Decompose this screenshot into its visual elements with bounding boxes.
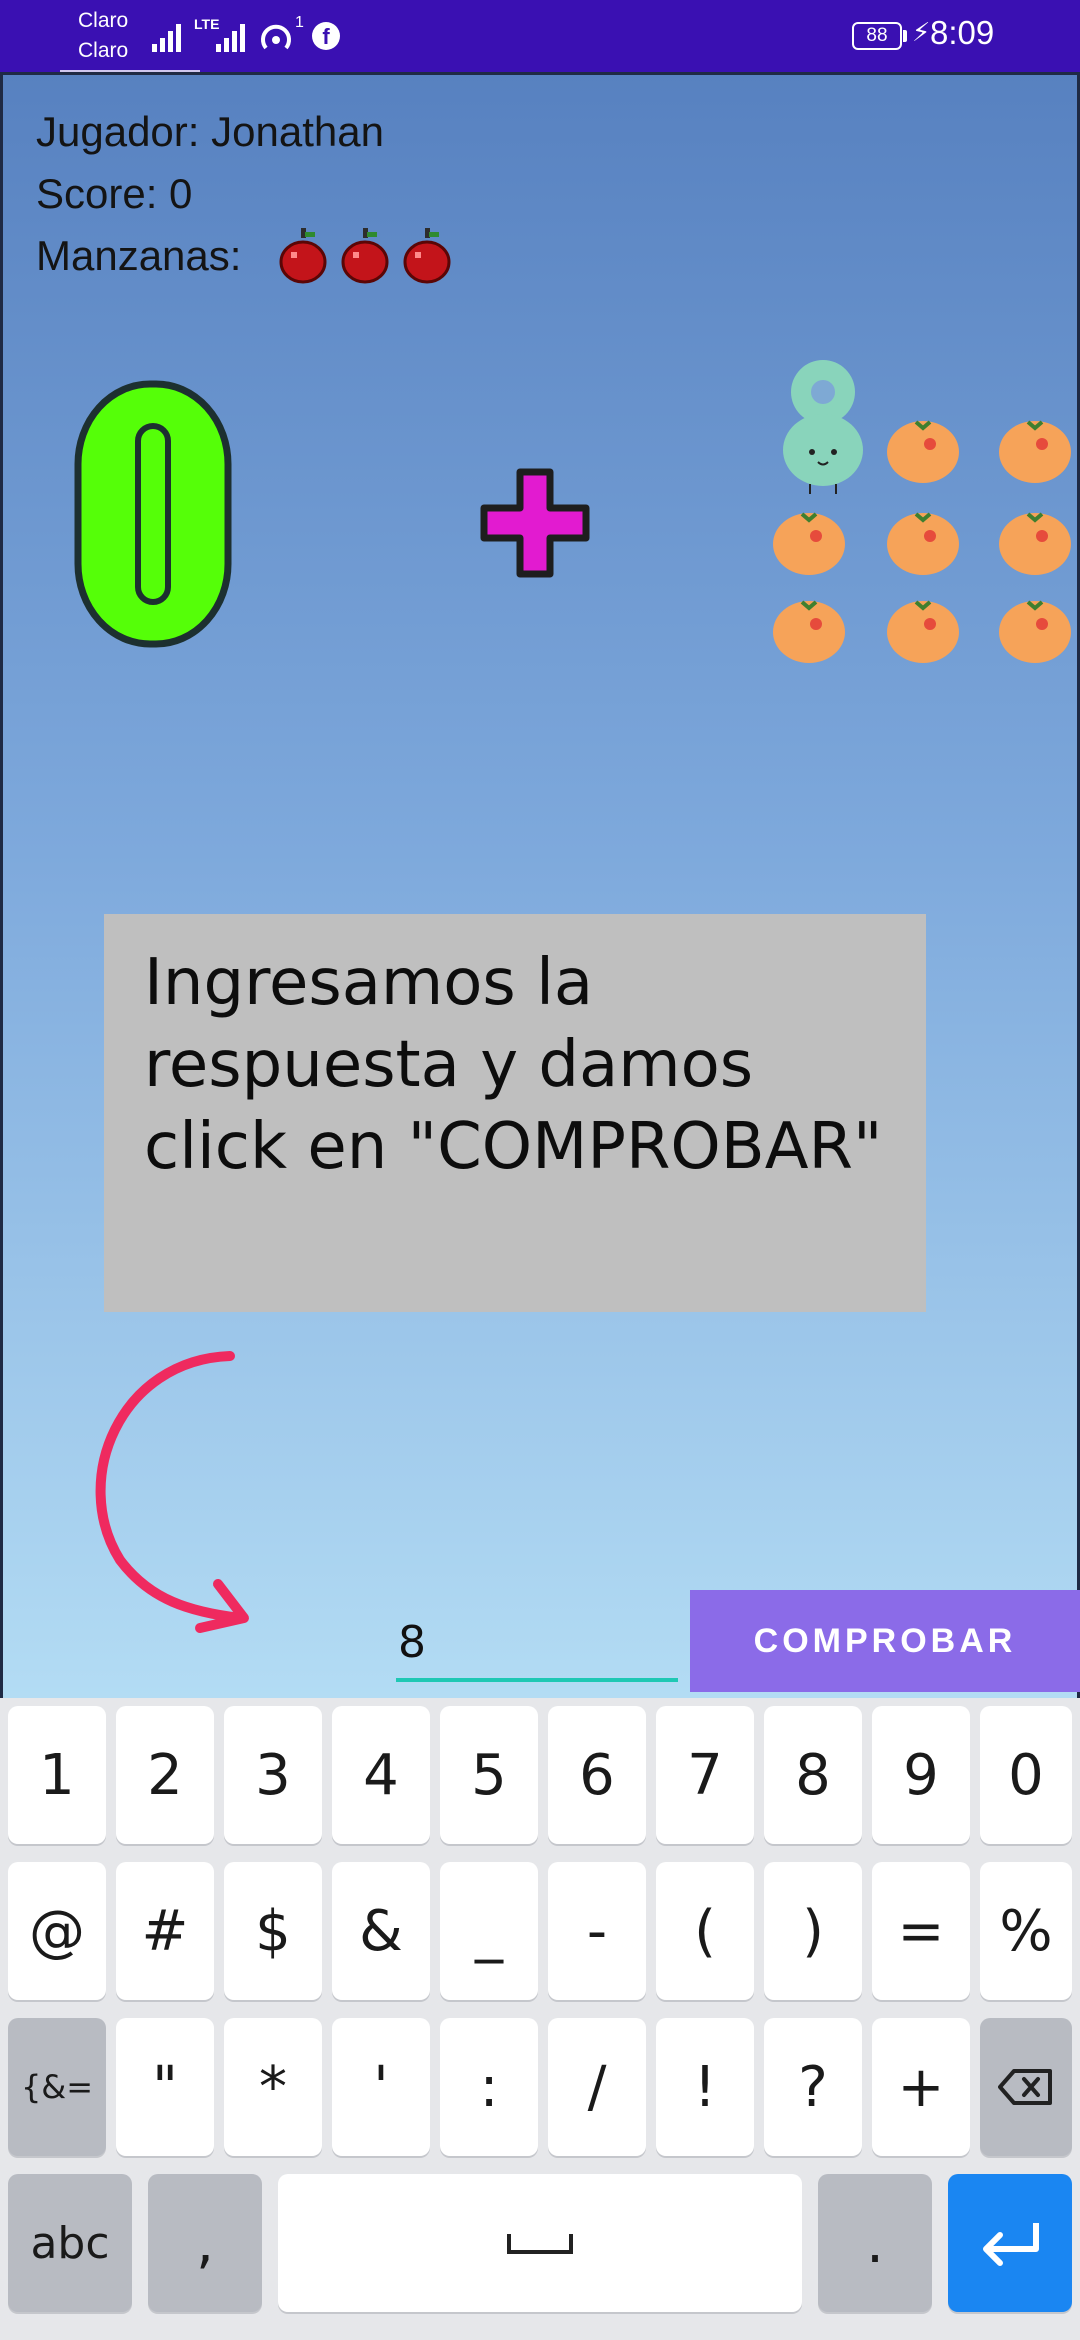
key-7[interactable]: 7 [656, 1706, 754, 1844]
key-1[interactable]: 1 [8, 1706, 106, 1844]
key-at[interactable]: @ [8, 1862, 106, 2000]
clock: 8:09 [930, 14, 995, 51]
orange-icon [887, 512, 959, 575]
space-icon [507, 2234, 573, 2254]
key-hash[interactable]: # [116, 1862, 214, 2000]
player-name: Jugador: Jonathan [36, 108, 384, 155]
apples-lives [278, 226, 452, 284]
orange-icon [887, 600, 959, 663]
key-open-paren[interactable]: ( [656, 1862, 754, 2000]
apples-label: Manzanas: [36, 232, 242, 279]
key-percent[interactable]: % [980, 1862, 1072, 2000]
battery-tip [903, 30, 907, 42]
key-abc[interactable]: abc [8, 2174, 132, 2312]
key-9[interactable]: 9 [872, 1706, 970, 1844]
key-close-paren[interactable]: ) [764, 1862, 862, 2000]
orange-icon [999, 600, 1071, 663]
check-button[interactable]: COMPROBAR [690, 1590, 1080, 1692]
signal-icon-2 [216, 20, 245, 52]
backspace-icon [998, 2069, 1052, 2105]
key-0[interactable]: 0 [980, 1706, 1072, 1844]
enter-icon [983, 2223, 1039, 2266]
key-5[interactable]: 5 [440, 1706, 538, 1844]
key-asterisk[interactable]: * [224, 2018, 322, 2156]
operand-zero [74, 380, 232, 648]
curved-arrow-icon [95, 1351, 249, 1633]
carrier-names: Claro Claro [78, 6, 128, 66]
key-colon[interactable]: : [440, 2018, 538, 2156]
status-bar: Claro Claro LTE 1 f 88 ⚡ 8:09 [0, 0, 1080, 72]
hotspot-count: 1 [295, 14, 304, 31]
key-plus[interactable]: + [872, 2018, 970, 2156]
facebook-icon: f [312, 22, 340, 50]
key-apostrophe[interactable]: ' [332, 2018, 430, 2156]
operand-eight [783, 360, 863, 494]
key-period[interactable]: . [818, 2174, 932, 2312]
key-space[interactable] [278, 2174, 802, 2312]
hotspot-icon [261, 24, 291, 50]
instruction-box: Ingresamos la respuesta y damos click en… [104, 914, 926, 1312]
score: Score: 0 [36, 170, 193, 217]
orange-icon [887, 420, 959, 483]
key-enter[interactable] [948, 2174, 1072, 2312]
orange-icon [773, 600, 845, 663]
orange-icon [999, 420, 1071, 483]
key-4[interactable]: 4 [332, 1706, 430, 1844]
key-minus[interactable]: - [548, 1862, 646, 2000]
signal-icon [152, 20, 181, 52]
key-slash[interactable]: / [548, 2018, 646, 2156]
key-3[interactable]: 3 [224, 1706, 322, 1844]
carrier-2: Claro [78, 39, 129, 62]
game-top-border [0, 72, 1080, 75]
apple-icon [279, 228, 327, 284]
orange-icon [999, 512, 1071, 575]
key-exclamation[interactable]: ! [656, 2018, 754, 2156]
key-8[interactable]: 8 [764, 1706, 862, 1844]
key-symbols-toggle[interactable]: {&= [8, 2018, 106, 2156]
battery-level: 88 [866, 25, 888, 46]
key-quote[interactable]: " [116, 2018, 214, 2156]
answer-input[interactable] [396, 1606, 678, 1682]
numeric-keyboard: 1 2 3 4 5 6 7 8 9 0 @ # $ & _ - ( ) = % … [0, 1698, 1080, 2340]
charging-icon: ⚡ [912, 18, 931, 48]
plus-operator [480, 468, 590, 578]
orange-icon [773, 512, 845, 575]
key-underscore[interactable]: _ [440, 1862, 538, 2000]
key-backspace[interactable] [980, 2018, 1072, 2156]
key-dollar[interactable]: $ [224, 1862, 322, 2000]
key-comma[interactable]: , [148, 2174, 262, 2312]
key-question[interactable]: ? [764, 2018, 862, 2156]
battery-icon: 88 [852, 22, 902, 50]
key-6[interactable]: 6 [548, 1706, 646, 1844]
key-equals[interactable]: = [872, 1862, 970, 2000]
apple-icon [341, 228, 389, 284]
carrier-1: Claro [78, 9, 129, 32]
key-ampersand[interactable]: & [332, 1862, 430, 2000]
apple-icon [403, 228, 451, 284]
key-2[interactable]: 2 [116, 1706, 214, 1844]
